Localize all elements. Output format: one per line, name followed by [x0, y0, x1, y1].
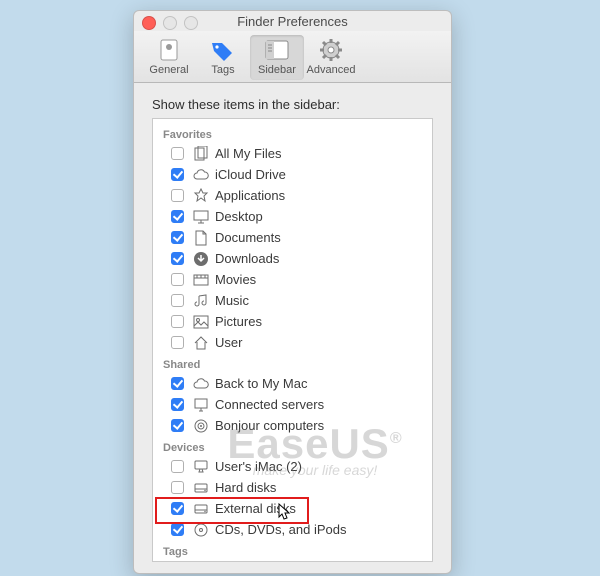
list-item-label: iCloud Drive: [215, 167, 286, 182]
general-icon: [142, 37, 196, 63]
list-item-label: User's iMac (2): [215, 459, 302, 474]
checkbox-shared[interactable]: [171, 419, 184, 432]
tab-label: Advanced: [304, 64, 358, 76]
list-item-label: Pictures: [215, 314, 262, 329]
list-item-label: Bonjour computers: [215, 418, 324, 433]
server-icon: [193, 397, 209, 413]
checkbox-favorites[interactable]: [171, 231, 184, 244]
tab-general[interactable]: General: [142, 35, 196, 80]
list-item-label: Music: [215, 293, 249, 308]
checkbox-devices[interactable]: [171, 481, 184, 494]
list-item: Bonjour computers: [157, 415, 428, 436]
checkbox-favorites[interactable]: [171, 294, 184, 307]
downloads-icon: [193, 251, 209, 267]
imac-icon: [193, 459, 209, 475]
toolbar: General Tags Sidebar Advanced: [134, 31, 451, 83]
cursor-icon: [278, 503, 292, 524]
checkbox-devices[interactable]: [171, 502, 184, 515]
tab-advanced[interactable]: Advanced: [304, 35, 358, 80]
list-item: Music: [157, 290, 428, 311]
checkbox-favorites[interactable]: [171, 315, 184, 328]
tab-label: Sidebar: [250, 64, 304, 76]
external-icon: [193, 501, 209, 517]
cloud-icon: [193, 376, 209, 392]
checkbox-shared[interactable]: [171, 377, 184, 390]
checkbox-shared[interactable]: [171, 398, 184, 411]
window-controls: [142, 16, 198, 30]
disc-icon: [193, 522, 209, 538]
minimize-icon[interactable]: [163, 16, 177, 30]
checkbox-favorites[interactable]: [171, 252, 184, 265]
checkbox-favorites[interactable]: [171, 336, 184, 349]
gear-icon: [304, 37, 358, 63]
group-label-devices: Devices: [157, 436, 428, 456]
section-heading: Show these items in the sidebar:: [152, 97, 433, 112]
group-label-shared: Shared: [157, 353, 428, 373]
checkbox-devices[interactable]: [171, 523, 184, 536]
list-item: Connected servers: [157, 394, 428, 415]
list-item-label: Movies: [215, 272, 256, 287]
bonjour-icon: [193, 418, 209, 434]
list-item-label: Back to My Mac: [215, 376, 307, 391]
desktop-icon: [193, 209, 209, 225]
list-item: Back to My Mac: [157, 373, 428, 394]
list-item-label: Desktop: [215, 209, 263, 224]
list-item: Documents: [157, 227, 428, 248]
movies-icon: [193, 272, 209, 288]
documents-icon: [193, 230, 209, 246]
list-item-label: Applications: [215, 188, 285, 203]
tags-icon: [196, 37, 250, 63]
pictures-icon: [193, 314, 209, 330]
checkbox-favorites[interactable]: [171, 189, 184, 202]
list-item: Recent Tags: [157, 560, 428, 562]
sidebar-items-list[interactable]: Favorites All My Files iCloud Drive Applica…: [152, 118, 433, 562]
all-my-files-icon: [193, 146, 209, 162]
close-icon[interactable]: [142, 16, 156, 30]
applications-icon: [193, 188, 209, 204]
list-item: Movies: [157, 269, 428, 290]
music-icon: [193, 293, 209, 309]
sidebar-icon: [250, 37, 304, 63]
checkbox-favorites[interactable]: [171, 147, 184, 160]
list-item: Applications: [157, 185, 428, 206]
titlebar: Finder Preferences: [134, 11, 451, 31]
list-item-label: Connected servers: [215, 397, 324, 412]
list-item: User: [157, 332, 428, 353]
tab-label: General: [142, 64, 196, 76]
checkbox-favorites[interactable]: [171, 273, 184, 286]
home-icon: [193, 335, 209, 351]
list-item: CDs, DVDs, and iPods: [157, 519, 428, 540]
group-label-tags: Tags: [157, 540, 428, 560]
content: Show these items in the sidebar: Favorit…: [134, 83, 451, 576]
checkbox-favorites[interactable]: [171, 168, 184, 181]
list-item: Desktop: [157, 206, 428, 227]
list-item: Downloads: [157, 248, 428, 269]
list-item-label: Hard disks: [215, 480, 276, 495]
list-item-label: CDs, DVDs, and iPods: [215, 522, 347, 537]
list-item: All My Files: [157, 143, 428, 164]
tab-tags[interactable]: Tags: [196, 35, 250, 80]
tab-label: Tags: [196, 64, 250, 76]
list-item: iCloud Drive: [157, 164, 428, 185]
group-label-favorites: Favorites: [157, 123, 428, 143]
zoom-icon[interactable]: [184, 16, 198, 30]
cloud-icon: [193, 167, 209, 183]
list-item-label: Downloads: [215, 251, 279, 266]
hdd-icon: [193, 480, 209, 496]
list-item: Hard disks: [157, 477, 428, 498]
list-item-label: All My Files: [215, 146, 281, 161]
list-item: User's iMac (2): [157, 456, 428, 477]
list-item: External disks: [157, 498, 428, 519]
checkbox-favorites[interactable]: [171, 210, 184, 223]
list-item: Pictures: [157, 311, 428, 332]
list-item-label: Documents: [215, 230, 281, 245]
list-item-label: User: [215, 335, 242, 350]
checkbox-devices[interactable]: [171, 460, 184, 473]
preferences-window: Finder Preferences General Tags Sidebar …: [133, 10, 452, 574]
tab-sidebar[interactable]: Sidebar: [250, 35, 304, 80]
